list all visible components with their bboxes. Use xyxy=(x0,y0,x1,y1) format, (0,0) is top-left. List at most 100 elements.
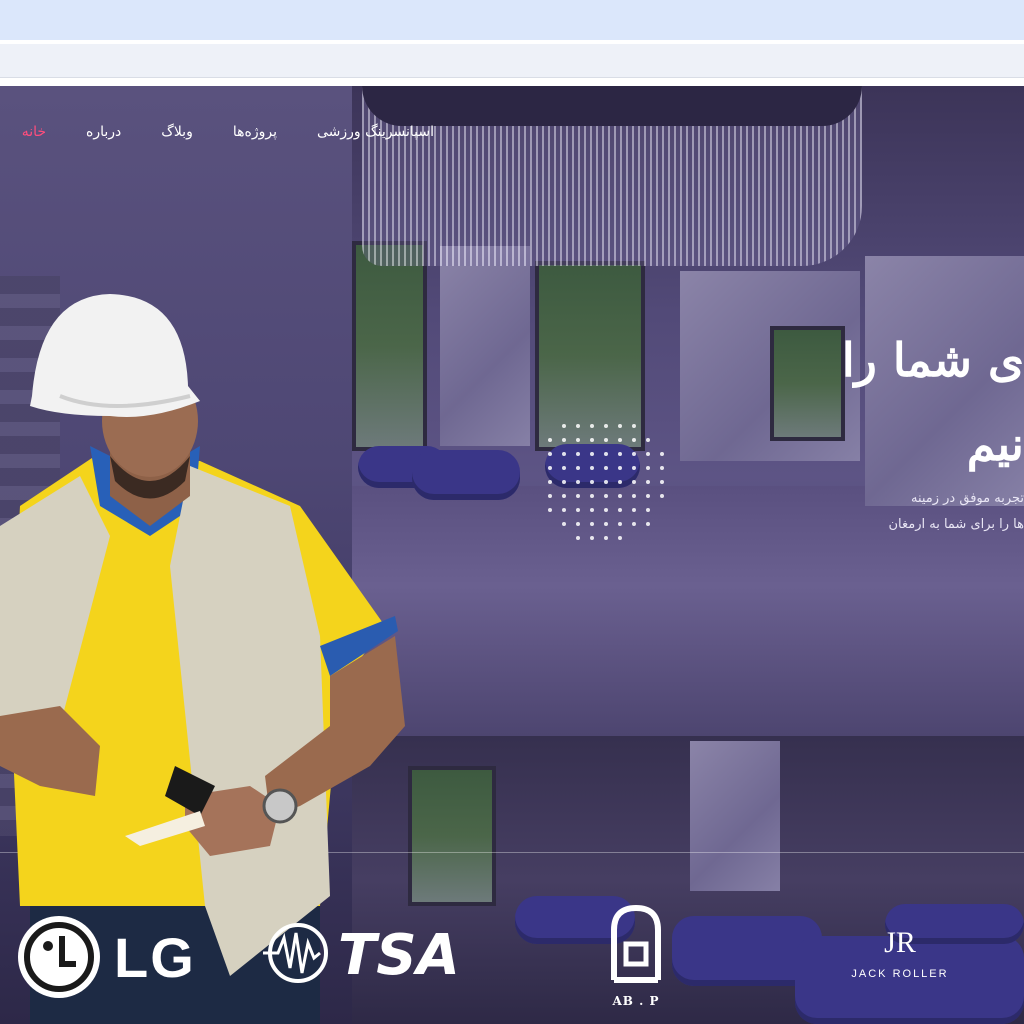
dot xyxy=(548,452,552,456)
dot xyxy=(632,522,636,526)
lobby-sofa xyxy=(412,450,520,500)
abp-logo[interactable]: AB . P xyxy=(606,904,666,1008)
dot xyxy=(562,480,566,484)
dot xyxy=(604,438,608,442)
dot xyxy=(548,494,552,498)
dot xyxy=(562,494,566,498)
dot xyxy=(562,508,566,512)
dot xyxy=(632,494,636,498)
dot xyxy=(562,424,566,428)
dot xyxy=(576,480,580,484)
hero-title: ی شما را نیم xyxy=(824,318,1024,486)
tsa-emblem: TSA xyxy=(263,923,460,988)
jr-wordmark: JACK ROLLER xyxy=(851,968,949,980)
dot xyxy=(660,452,664,456)
lg-logo[interactable]: LG xyxy=(18,916,196,998)
nav-projects[interactable]: پروژه‌ها xyxy=(233,124,277,140)
dot xyxy=(576,466,580,470)
lg-emblem-icon xyxy=(18,916,100,998)
dot xyxy=(618,424,622,428)
dot xyxy=(618,438,622,442)
nav-home[interactable]: خانه xyxy=(22,124,46,140)
tsa-logo[interactable]: TSA xyxy=(258,918,494,992)
dot xyxy=(590,480,594,484)
dot xyxy=(646,522,650,526)
watch-icon xyxy=(262,788,298,824)
dot xyxy=(632,508,636,512)
dot xyxy=(618,466,622,470)
browser-address-bar[interactable] xyxy=(0,44,1024,78)
dot xyxy=(590,424,594,428)
dot xyxy=(632,480,636,484)
dot xyxy=(618,536,622,540)
abp-wordmark: AB . P xyxy=(612,994,660,1008)
hero-description-line: ها را برای شما به ارمغان xyxy=(888,517,1024,532)
dot xyxy=(548,438,552,442)
dot xyxy=(604,480,608,484)
dot xyxy=(590,452,594,456)
lg-face-icon xyxy=(24,922,94,992)
dot xyxy=(562,438,566,442)
ceiling xyxy=(362,86,862,126)
dot xyxy=(604,494,608,498)
dot xyxy=(646,494,650,498)
dot xyxy=(618,522,622,526)
nav-blog[interactable]: وبلاگ xyxy=(161,124,193,140)
dot xyxy=(604,466,608,470)
dot xyxy=(548,466,552,470)
hero-title-line: ی شما را xyxy=(841,333,1024,387)
dot xyxy=(548,508,552,512)
dot xyxy=(646,452,650,456)
hero-description: تجربه موفق در زمینه ها را برای شما به ار… xyxy=(854,486,1024,538)
dot xyxy=(576,536,580,540)
dot xyxy=(576,494,580,498)
dot xyxy=(590,438,594,442)
dot xyxy=(576,452,580,456)
main-nav: خانه درباره وبلاگ پروژه‌ها اسپانسرینگ ور… xyxy=(22,124,434,140)
dot xyxy=(590,494,594,498)
lg-wordmark: LG xyxy=(114,925,196,989)
lower-room-window xyxy=(408,766,496,906)
tsa-wordmark: TSA xyxy=(338,923,460,988)
dot xyxy=(548,480,552,484)
dot xyxy=(604,508,608,512)
dot xyxy=(576,424,580,428)
dot xyxy=(660,480,664,484)
dot xyxy=(660,494,664,498)
dot xyxy=(618,508,622,512)
dot xyxy=(632,438,636,442)
jack-roller-logo[interactable]: JR JACK ROLLER xyxy=(850,926,950,980)
nav-sports-sponsoring[interactable]: اسپانسرینگ ورزشی xyxy=(317,124,434,140)
dot xyxy=(646,508,650,512)
dot xyxy=(562,522,566,526)
partner-logos: LG TSA AB . P JR JACK ROLLER xyxy=(0,886,1024,1024)
jr-monogram: JR xyxy=(884,926,916,959)
dot xyxy=(618,494,622,498)
dot xyxy=(632,424,636,428)
dot xyxy=(576,508,580,512)
dot xyxy=(632,466,636,470)
abp-emblem-icon xyxy=(611,904,661,983)
dot xyxy=(646,480,650,484)
dot xyxy=(604,522,608,526)
dot xyxy=(632,452,636,456)
dot xyxy=(590,466,594,470)
dot xyxy=(562,466,566,470)
dot xyxy=(590,508,594,512)
dot xyxy=(604,424,608,428)
dot xyxy=(646,438,650,442)
nav-about[interactable]: درباره xyxy=(86,124,121,140)
dot xyxy=(576,522,580,526)
dot xyxy=(576,438,580,442)
browser-top-bar xyxy=(0,0,1024,40)
dot xyxy=(660,466,664,470)
dot xyxy=(590,536,594,540)
dot xyxy=(604,536,608,540)
hero-title-line: نیم xyxy=(966,417,1024,471)
marble-wall xyxy=(690,741,780,891)
dot xyxy=(562,452,566,456)
dot xyxy=(618,452,622,456)
dot xyxy=(646,466,650,470)
marble-wall xyxy=(440,246,530,446)
dot xyxy=(604,452,608,456)
